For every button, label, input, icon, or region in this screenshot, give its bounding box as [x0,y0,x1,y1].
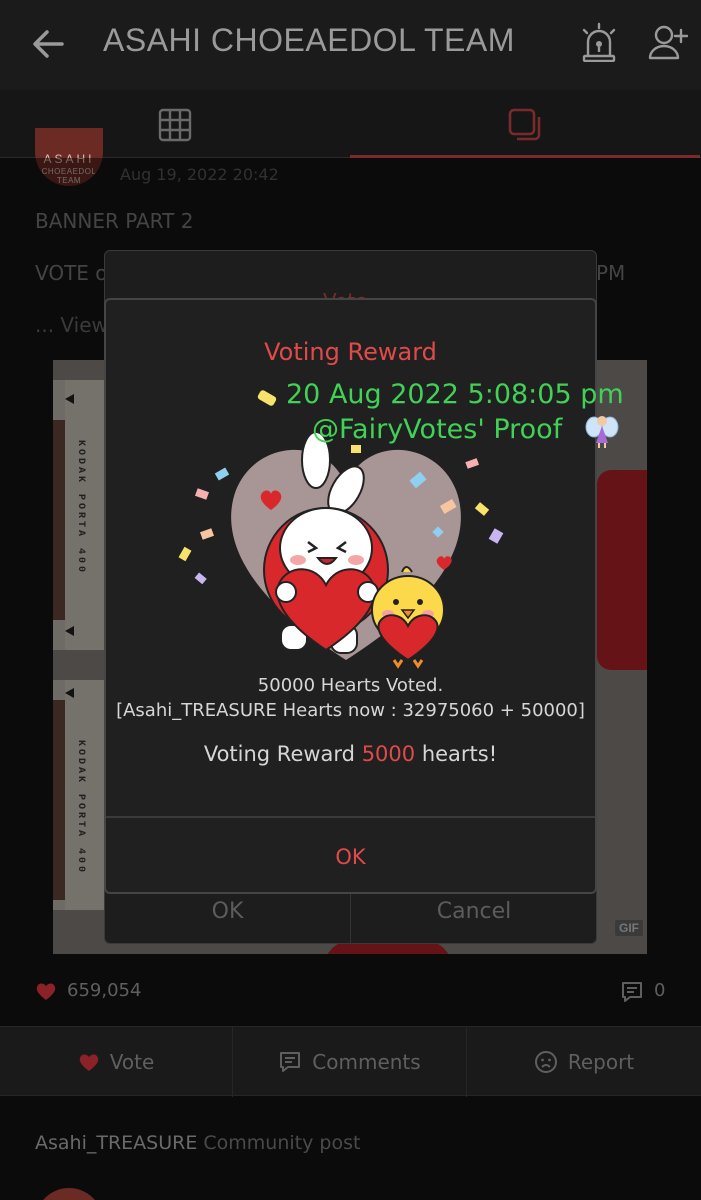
reward-ok-button[interactable]: OK [106,818,595,892]
fairy-icon [585,416,619,448]
comment-icon [622,982,642,1002]
heart-icon [36,983,56,1000]
grid-icon [158,108,192,142]
hearts-now-text: [Asahi_TREASURE Hearts now : 32975060 + … [116,700,585,721]
proof-handle: @FairyVotes' Proof [312,414,563,445]
arrow-left-icon[interactable] [28,24,68,64]
comment-count: 0 [620,980,665,1002]
view-tabs [0,90,701,158]
bunny-chick-heart-illustration [178,431,504,669]
proof-timestamp: 20 Aug 2022 5:08:05 pm [286,379,624,410]
page-title: ASAHI CHOEAEDOL TEAM [103,22,515,58]
add-user-icon[interactable] [648,22,688,62]
reward-text: Voting Reward 5000 hearts! [203,742,498,766]
vote-button[interactable]: Vote [0,1027,233,1097]
reward-amount: 5000 [361,742,416,766]
report-button[interactable]: Report [467,1027,701,1097]
hearts-voted-text: 50000 Hearts Voted. [257,675,444,696]
next-post-author: Asahi_TREASURE [35,1132,198,1154]
dialog-title: Voting Reward [264,338,437,366]
post-list-icon [508,108,541,141]
like-count: 659,054 [35,980,141,1001]
next-post-header[interactable]: Asahi_TREASURE Community post [35,1132,360,1154]
siren-icon[interactable] [580,22,618,62]
comment-icon [280,1051,301,1072]
comments-button[interactable]: Comments [233,1027,467,1097]
tab-posts[interactable] [350,90,700,158]
top-bar: ASAHI CHOEAEDOL TEAM [0,0,701,90]
next-post-kind: Community post [197,1132,361,1154]
sad-face-icon [534,1050,557,1073]
heart-icon [79,1053,98,1071]
post-action-bar: Vote Comments Report [0,1026,701,1097]
